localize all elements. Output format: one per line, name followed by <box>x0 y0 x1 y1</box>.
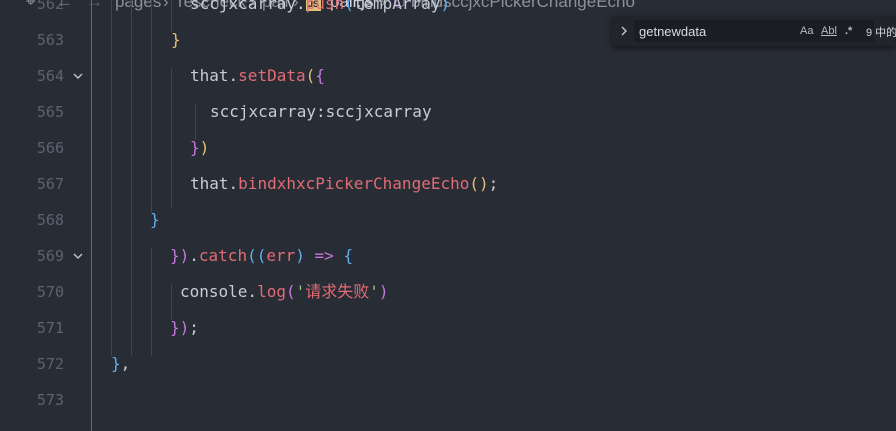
code-token: ( <box>285 282 296 301</box>
code-line[interactable]: }).catch((err) => { <box>170 238 353 274</box>
indent-guide <box>91 0 92 431</box>
code-line[interactable]: sccjxcarray.push(tempArray) <box>190 0 450 22</box>
line-number: 564 <box>36 67 64 85</box>
indent-guide <box>111 0 112 356</box>
code-token: err <box>266 246 296 265</box>
indent-guide <box>131 0 132 356</box>
code-token: that. <box>190 174 239 193</box>
code-line[interactable]: }); <box>170 310 199 346</box>
code-token: => <box>314 246 334 265</box>
code-editor[interactable]: ⌖ ← → pages › rescheck › pall › JS pall.… <box>0 0 896 431</box>
chevron-right-icon: › <box>163 0 169 11</box>
line-number: 563 <box>36 31 64 49</box>
match-case-toggle[interactable]: Aa <box>800 22 813 40</box>
breadcrumb-segment[interactable]: pages <box>115 0 161 14</box>
code-token: log <box>257 282 286 301</box>
code-token: } <box>150 210 160 229</box>
code-line[interactable]: sccjxcarray:sccjxcarray <box>210 94 432 130</box>
line-number: 562 <box>36 0 64 13</box>
code-token: () <box>469 174 489 193</box>
find-result-count: 9 中的 <box>866 27 896 39</box>
code-line[interactable]: } <box>150 202 160 238</box>
find-widget: Aa Abl .* 9 中的 <box>612 16 896 46</box>
line-number: 567 <box>36 175 64 193</box>
forward-arrow-icon[interactable]: → <box>86 0 103 14</box>
code-line[interactable]: } <box>171 22 181 58</box>
line-number: 570 <box>36 283 64 301</box>
code-token: ' <box>295 282 306 301</box>
find-input[interactable] <box>634 20 874 42</box>
code-token: }) <box>170 318 190 337</box>
code-token: setData <box>238 66 306 85</box>
line-number: 565 <box>36 103 64 121</box>
code-token: console. <box>180 282 258 301</box>
code-line[interactable]: console.log('请求失败') <box>180 274 389 310</box>
line-number: 573 <box>36 391 64 409</box>
whole-word-toggle[interactable]: Abl <box>821 22 837 40</box>
code-token: : <box>315 102 326 121</box>
code-line[interactable]: }) <box>190 130 209 166</box>
code-token: (( <box>247 246 267 265</box>
regex-toggle[interactable]: .* <box>845 22 852 40</box>
code-line[interactable]: that.bindxhxcPickerChangeEcho(); <box>190 166 498 202</box>
line-number: 569 <box>36 247 64 265</box>
code-line[interactable]: that.setData({ <box>190 58 325 94</box>
code-token: ) <box>378 282 389 301</box>
code-token: . <box>189 246 199 265</box>
code-token: { <box>315 66 325 85</box>
line-number: 572 <box>36 355 64 373</box>
code-line[interactable]: }, <box>111 346 130 382</box>
code-token: tempArray <box>353 0 441 13</box>
code-token: }) <box>170 246 190 265</box>
code-token: } <box>171 30 181 49</box>
line-number: 568 <box>36 211 64 229</box>
indent-guide <box>151 0 152 212</box>
code-token: push <box>305 0 345 13</box>
indent-guide <box>171 68 172 208</box>
code-token: catch <box>198 246 248 265</box>
code-token: bindxhxcPickerChangeEcho <box>238 174 470 193</box>
chevron-down-icon[interactable] <box>72 70 84 82</box>
code-token: sccjxcarray <box>210 102 316 121</box>
code-token: sccjxcarray <box>325 102 432 121</box>
indent-guide <box>151 248 152 356</box>
line-number: 571 <box>36 319 64 337</box>
chevron-right-icon[interactable] <box>618 25 630 37</box>
code-token: } <box>111 354 121 373</box>
code-token: sccjxcarray. <box>190 0 306 13</box>
code-token: that. <box>190 66 239 85</box>
code-token: ) <box>199 138 210 157</box>
code-token: ) <box>295 246 305 265</box>
code-token: ) <box>440 0 451 13</box>
code-token: ( <box>344 0 354 13</box>
code-token: , <box>120 354 131 373</box>
code-token: ; <box>189 318 199 337</box>
chevron-down-icon[interactable] <box>72 250 84 262</box>
line-number: 566 <box>36 139 64 157</box>
code-token: 请求失败 <box>305 282 370 301</box>
code-token: { <box>343 246 354 265</box>
code-token: ' <box>369 282 379 301</box>
code-token: } <box>190 138 200 157</box>
code-token: ; <box>488 174 499 193</box>
code-token: ( <box>305 66 316 85</box>
